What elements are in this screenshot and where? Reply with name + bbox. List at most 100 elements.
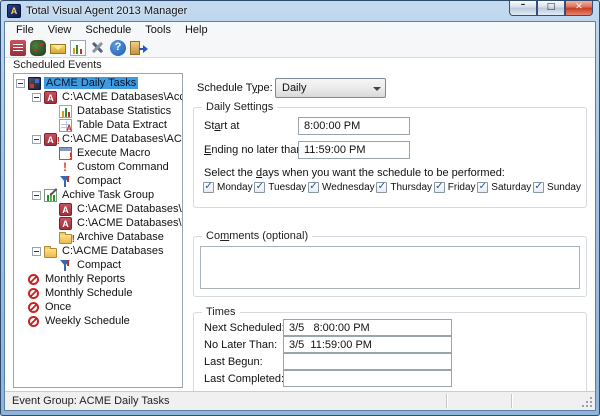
- event-groups-icon[interactable]: [30, 40, 46, 56]
- tree-item-label: C:\ACME Databases\Account: [62, 91, 182, 103]
- no-later-than-label: No Later Than:: [204, 339, 278, 351]
- tree-item-label: Monthly Schedule: [45, 287, 133, 299]
- checkbox-checked-icon[interactable]: [433, 182, 445, 193]
- comments-legend: Comments (optional): [202, 230, 313, 242]
- tree-item-monthly-schedule[interactable]: Monthly Schedule: [14, 286, 182, 300]
- tree-expander[interactable]: [16, 78, 25, 88]
- day-checkbox-monday[interactable]: Monday: [203, 182, 253, 193]
- checkbox-checked-icon[interactable]: [203, 182, 214, 193]
- tree-item-weekly-schedule[interactable]: Weekly Schedule: [14, 314, 182, 328]
- access-database-icon: [44, 90, 57, 104]
- disabled-icon: [28, 316, 39, 327]
- folder-icon: [44, 245, 57, 258]
- execute-macro-icon: [59, 146, 72, 161]
- titlebar[interactable]: Total Visual Agent 2013 Manager – □ ✕: [1, 1, 599, 21]
- tree-item-database[interactable]: C:\ACME Databases\Account: [14, 90, 182, 104]
- chevron-down-icon[interactable]: [369, 82, 385, 94]
- toolbar: [5, 38, 595, 58]
- day-label: Thursday: [390, 182, 433, 193]
- day-label: Wednesday: [322, 182, 375, 193]
- tree-item-database[interactable]: C:\ACME Databases\Acco: [14, 202, 182, 216]
- schedule-type-label: Schedule Type:: [197, 82, 273, 94]
- menu-view[interactable]: View: [41, 23, 79, 37]
- statistics-icon[interactable]: [70, 39, 86, 56]
- day-label: Friday: [447, 182, 476, 193]
- tree-item-acme-daily-tasks[interactable]: ACME Daily Tasks: [14, 76, 182, 90]
- tree-item-execute-macro[interactable]: Execute Macro: [14, 146, 182, 161]
- resize-grip[interactable]: [582, 397, 592, 407]
- tree-item-label: Archive Database: [77, 231, 164, 243]
- tree-item-label: C:\ACME Databases\Acco: [77, 203, 182, 215]
- menu-help[interactable]: Help: [178, 23, 215, 37]
- menu-tools[interactable]: Tools: [138, 23, 178, 37]
- schedule-type-select[interactable]: Daily: [275, 78, 386, 98]
- last-begun-label: Last Begun:: [204, 356, 263, 368]
- start-at-input[interactable]: [298, 117, 410, 135]
- close-button[interactable]: ✕: [565, 1, 593, 16]
- exit-icon[interactable]: [130, 41, 148, 55]
- tree-item-database[interactable]: C:\ACME Databases\Time: [14, 216, 182, 230]
- exclamation-icon: [59, 161, 72, 174]
- tree-item-compact[interactable]: Compact: [14, 258, 182, 272]
- tree-item-label: Table Data Extract: [77, 119, 167, 131]
- tree-expander[interactable]: [32, 134, 41, 144]
- access-database-alert-icon: [44, 132, 60, 147]
- day-checkbox-sunday[interactable]: Sunday: [533, 182, 581, 193]
- checkbox-checked-icon[interactable]: [477, 182, 489, 193]
- ending-input[interactable]: [298, 141, 410, 159]
- disabled-icon: [28, 302, 39, 313]
- menu-file[interactable]: File: [9, 23, 41, 37]
- checkbox-checked-icon[interactable]: [254, 182, 266, 193]
- day-checkbox-saturday[interactable]: Saturday: [477, 182, 531, 193]
- tree-item-compact[interactable]: Compact: [14, 174, 182, 188]
- start-at-label: Start at: [204, 120, 239, 132]
- tree-item-archive-database[interactable]: Archive Database: [14, 230, 182, 245]
- daily-settings-group: Daily Settings Start at Ending no later …: [193, 101, 587, 208]
- label-text: nding no later than: [211, 144, 303, 156]
- statistics-icon: [59, 104, 72, 118]
- scheduled-events-tree[interactable]: ACME Daily Tasks C:\ACME Databases\Accou…: [13, 73, 183, 388]
- tree-item-once[interactable]: Once: [14, 300, 182, 314]
- mail-icon[interactable]: [50, 44, 66, 54]
- comments-input[interactable]: [200, 246, 580, 289]
- tree-item-label: Compact: [77, 259, 122, 271]
- access-report-icon[interactable]: [10, 39, 26, 56]
- window-controls: – □ ✕: [509, 1, 593, 16]
- maximize-button[interactable]: □: [537, 1, 565, 16]
- tree-item-label: Database Statistics: [77, 105, 172, 117]
- table-extract-icon: [59, 118, 72, 133]
- minimize-button[interactable]: –: [509, 1, 537, 16]
- tree-item-database[interactable]: C:\ACME Databases\ACME Wa: [14, 132, 182, 147]
- last-completed-label: Last Completed:: [204, 373, 285, 385]
- tree-item-custom-command[interactable]: Custom Command: [14, 160, 182, 174]
- tree-expander[interactable]: [32, 92, 41, 102]
- access-database-icon: [59, 216, 72, 230]
- day-checkbox-friday[interactable]: Friday: [433, 182, 476, 193]
- day-label: Sunday: [547, 182, 581, 193]
- day-checkbox-tuesday[interactable]: Tuesday: [254, 182, 306, 193]
- tree-item-database-statistics[interactable]: Database Statistics: [14, 104, 182, 118]
- tree-expander[interactable]: [32, 246, 41, 256]
- times-group: Times Next Scheduled: No Later Than: Las…: [193, 306, 587, 391]
- checkbox-checked-icon[interactable]: [376, 182, 388, 193]
- tree-item-label: Achive Task Group: [62, 189, 155, 201]
- tree-expander[interactable]: [32, 190, 41, 200]
- day-checkbox-wednesday[interactable]: Wednesday: [308, 182, 375, 193]
- checkbox-checked-icon[interactable]: [533, 182, 545, 193]
- compact-icon: [59, 259, 72, 272]
- menu-bar: File View Schedule Tools Help: [5, 22, 595, 38]
- tree-item-monthly-reports[interactable]: Monthly Reports: [14, 272, 182, 286]
- checkbox-checked-icon[interactable]: [308, 182, 319, 193]
- tree-item-achive-task-group[interactable]: Achive Task Group: [14, 188, 182, 202]
- times-legend: Times: [202, 306, 240, 318]
- maximize-icon: □: [546, 2, 556, 12]
- menu-schedule[interactable]: Schedule: [78, 23, 138, 37]
- tree-item-folder[interactable]: C:\ACME Databases: [14, 244, 182, 258]
- help-icon[interactable]: [110, 39, 126, 56]
- tools-icon[interactable]: [90, 40, 106, 56]
- day-label: Monday: [217, 182, 253, 193]
- label-text: ays when you want the schedule to be per…: [262, 167, 505, 179]
- tree-item-table-data-extract[interactable]: Table Data Extract: [14, 118, 182, 133]
- compact-icon: [59, 175, 72, 188]
- day-checkbox-thursday[interactable]: Thursday: [376, 182, 432, 193]
